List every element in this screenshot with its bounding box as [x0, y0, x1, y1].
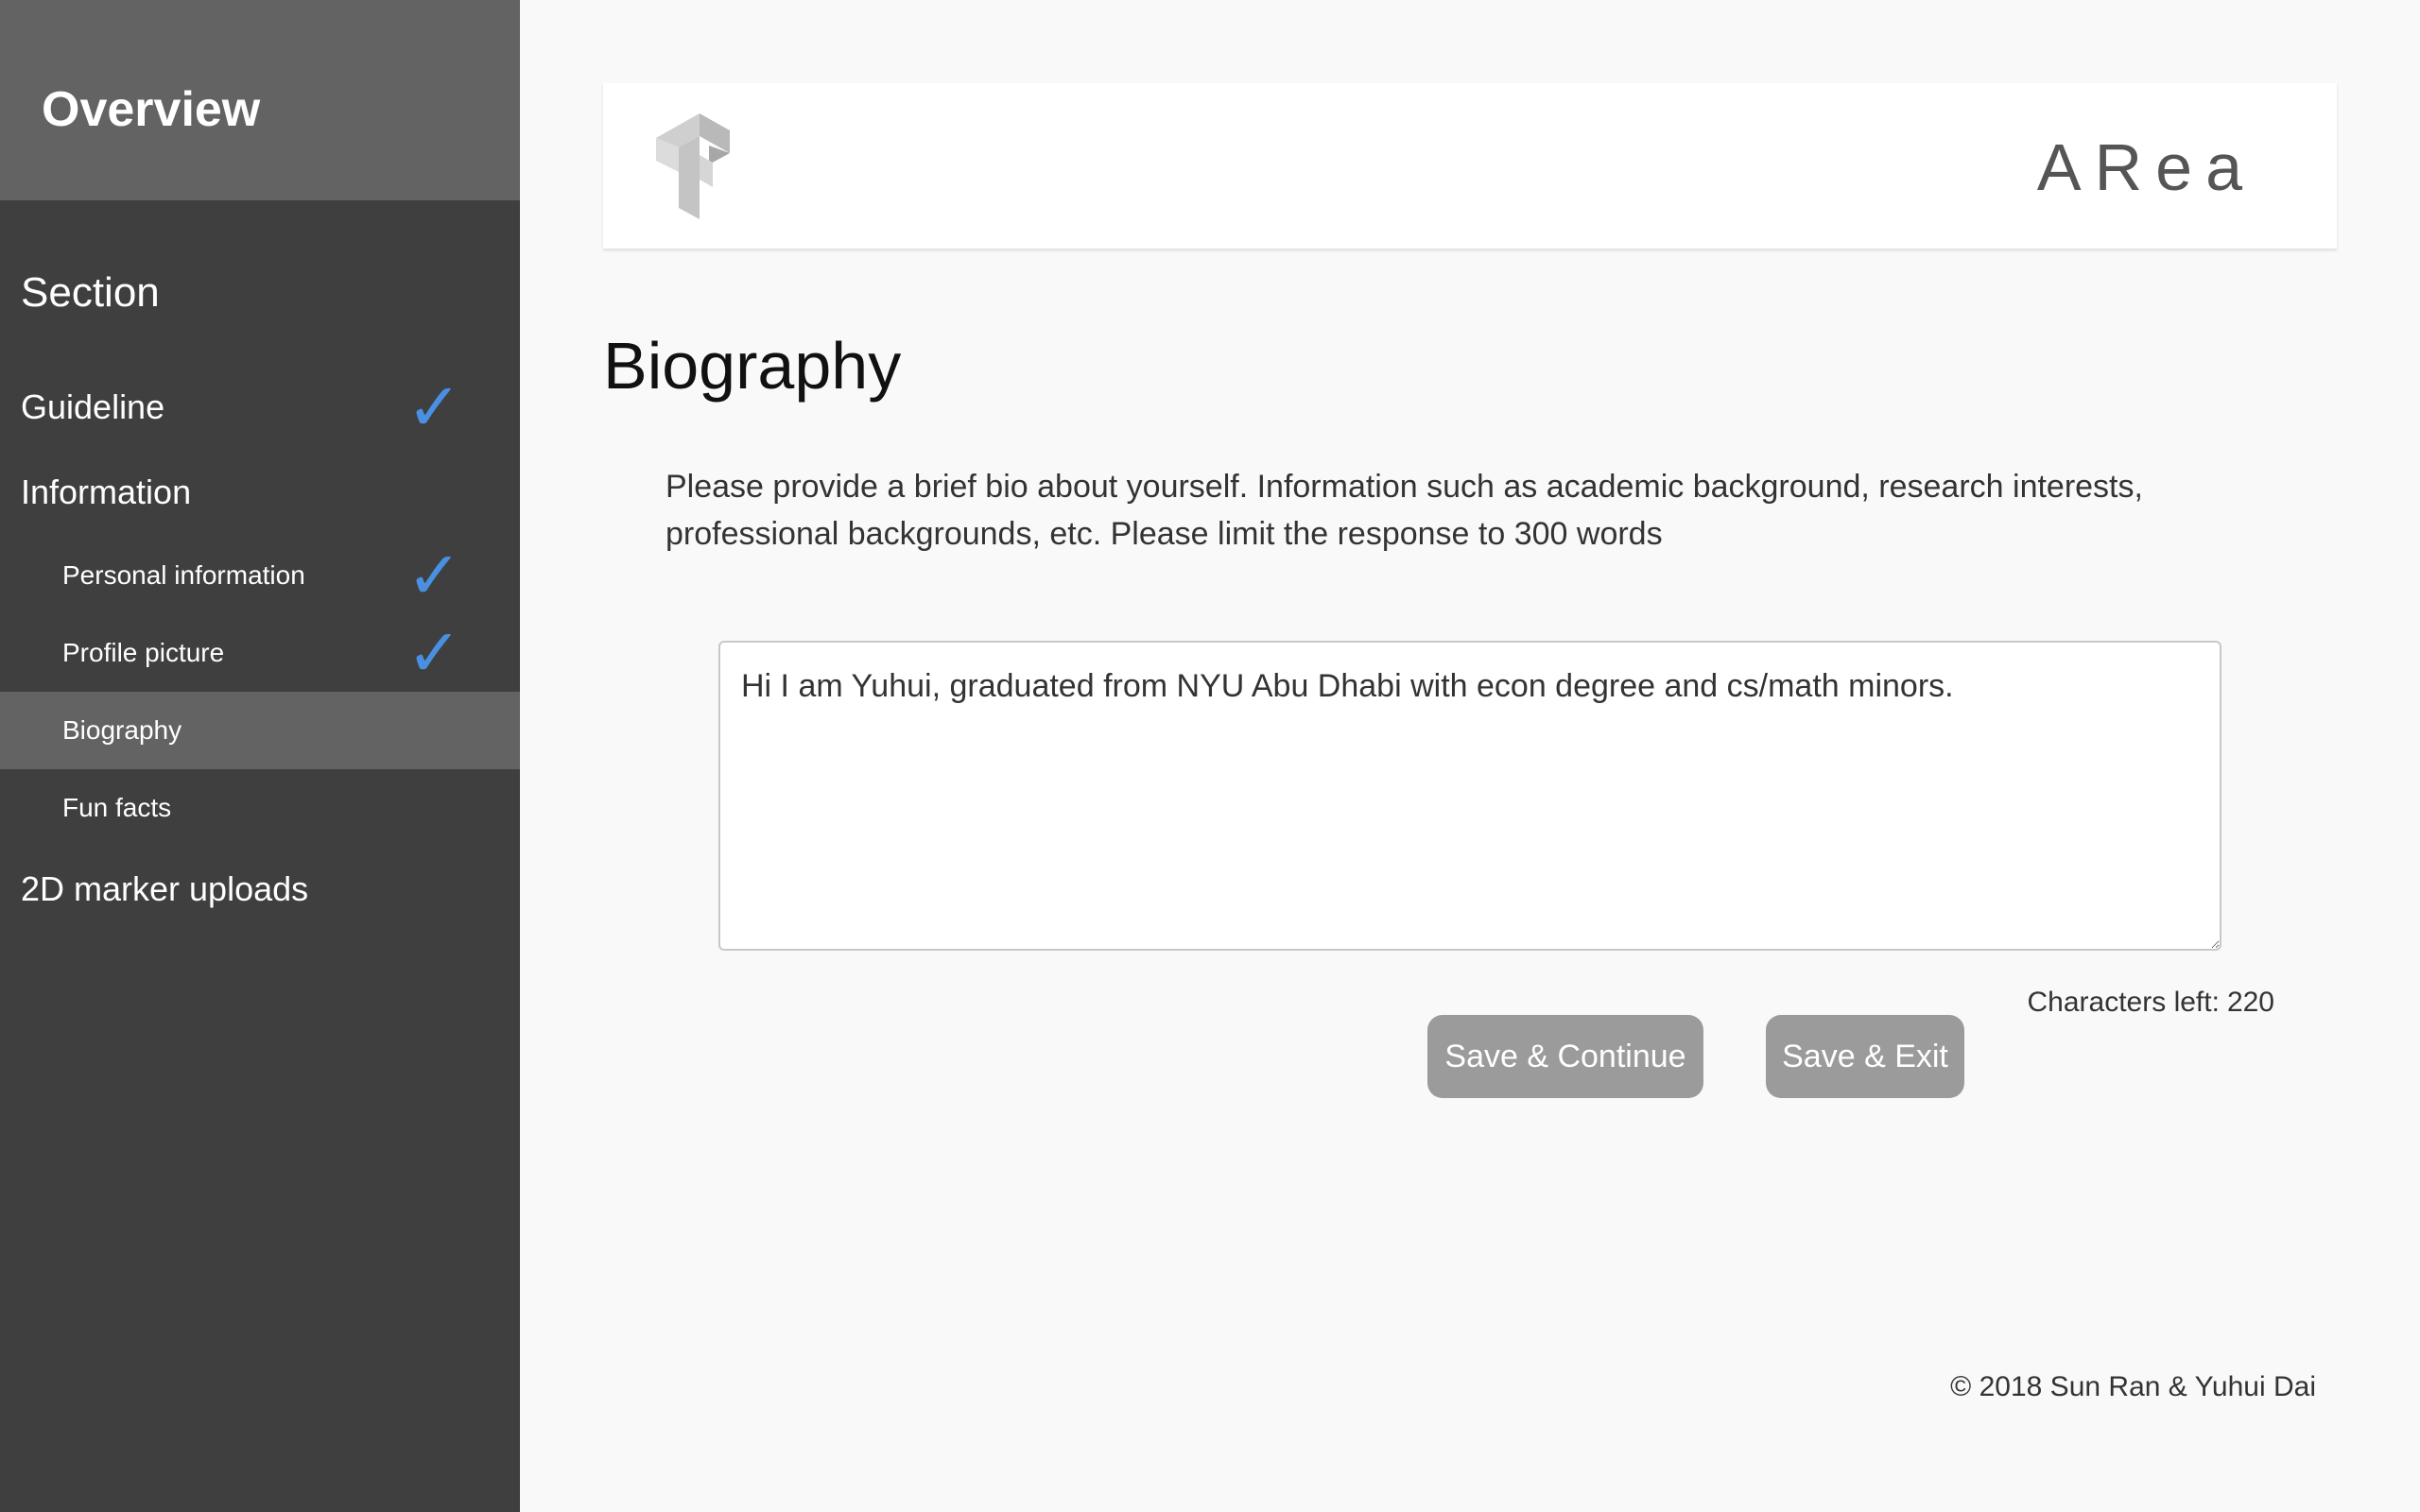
checkmark-icon: ✓ [406, 369, 462, 446]
sidebar: Overview Section Guideline ✓ Information… [0, 0, 520, 1512]
save-continue-button[interactable]: Save & Continue [1427, 1015, 1703, 1098]
section-heading: Section [21, 269, 160, 316]
sidebar-item-label: Guideline [21, 387, 165, 426]
page-title: Biography [603, 329, 902, 403]
sidebar-item-label: Biography [62, 715, 182, 745]
sidebar-item-profile-picture[interactable]: Profile picture ✓ [0, 614, 520, 692]
instructions-text: Please provide a brief bio about yoursel… [666, 469, 2143, 552]
sidebar-item-label: Fun facts [62, 793, 172, 822]
checkmark-icon: ✓ [406, 614, 462, 692]
sidebar-item-label: 2D marker uploads [21, 869, 309, 908]
characters-left-value: 220 [2226, 987, 2274, 1018]
save-exit-button[interactable]: Save & Exit [1766, 1015, 1964, 1098]
sidebar-item-fun-facts[interactable]: Fun facts [0, 769, 520, 847]
sidebar-title[interactable]: Overview [42, 79, 260, 140]
characters-left-counter: Characters left: 220 [2028, 981, 2274, 1024]
sidebar-item-biography[interactable]: Biography [0, 692, 520, 769]
sidebar-item-personal-information[interactable]: Personal information ✓ [0, 537, 520, 614]
checkmark-icon: ✓ [406, 537, 462, 614]
sidebar-header: Overview [0, 0, 520, 200]
characters-left-label: Characters left: [2027, 987, 2220, 1018]
sidebar-item-label: Information [21, 472, 192, 511]
brand-name: ARea [2036, 130, 2256, 204]
footer-copyright: © 2018 Sun Ran & Yuhui Dai [1950, 1371, 2316, 1402]
sidebar-item-information[interactable]: Information [0, 454, 520, 531]
sidebar-item-guideline[interactable]: Guideline ✓ [0, 369, 520, 446]
sidebar-item-label: Personal information [62, 560, 305, 590]
sidebar-item-label: Profile picture [62, 638, 225, 667]
top-header: ARea [603, 83, 2337, 249]
tensorflow-style-logo-icon[interactable] [652, 113, 734, 219]
biography-textarea[interactable]: Hi I am Yuhui, graduated from NYU Abu Dh… [718, 641, 2221, 951]
sidebar-item-2d-marker-uploads[interactable]: 2D marker uploads [0, 850, 520, 928]
